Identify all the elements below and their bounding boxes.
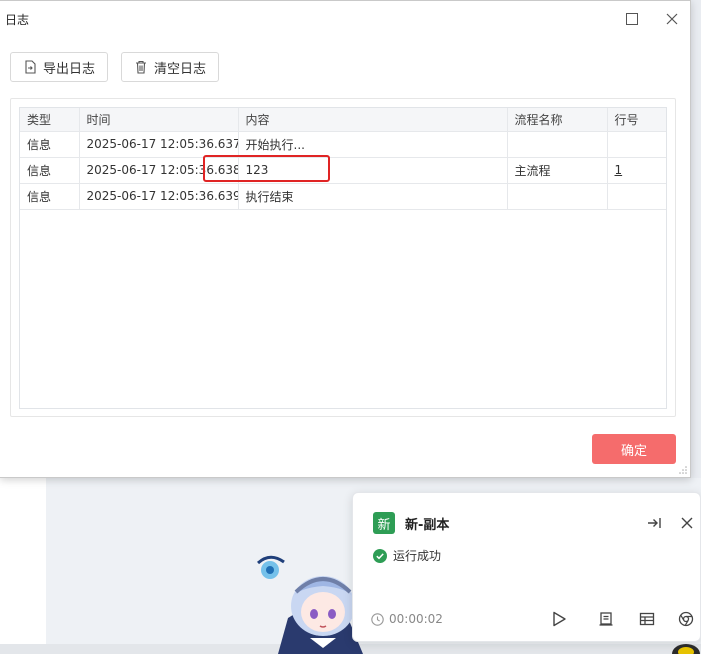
run-notification: 新 新-副本 运行成功 00:00:02	[352, 492, 701, 642]
column-header-flow-name[interactable]: 流程名称	[507, 108, 608, 132]
collapse-to-side-icon[interactable]	[645, 514, 663, 532]
elapsed-time-text: 00:00:02	[389, 612, 443, 626]
table-icon	[639, 612, 655, 626]
clock-icon	[371, 612, 384, 626]
close-icon[interactable]	[678, 514, 696, 532]
flow-badge: 新	[373, 512, 395, 534]
run-again-button[interactable]	[549, 609, 569, 629]
cell-type: 信息	[20, 131, 80, 158]
close-icon	[666, 13, 678, 25]
table-header-row: 类型 时间 内容 流程名称 行号	[20, 108, 666, 132]
export-log-label: 导出日志	[43, 61, 96, 77]
elapsed-time: 00:00:02	[371, 612, 443, 626]
cell-time: 2025-06-17 12:05:36.638	[79, 157, 239, 184]
cell-time: 2025-06-17 12:05:36.639	[79, 183, 239, 210]
cell-type: 信息	[20, 157, 80, 184]
notification-title: 新-副本	[405, 518, 450, 533]
export-file-icon	[25, 60, 36, 74]
log-icon	[599, 612, 613, 626]
column-header-content[interactable]: 内容	[238, 108, 508, 132]
resize-grip-icon[interactable]	[678, 465, 688, 475]
trash-icon	[136, 60, 146, 74]
column-header-line-number[interactable]: 行号	[607, 108, 666, 132]
cell-content: 开始执行...	[238, 131, 508, 158]
browser-icon	[678, 611, 694, 627]
log-table-panel: 类型 时间 内容 流程名称 行号 信息 2025-06-17 12:05:36.…	[10, 98, 676, 417]
clear-log-label: 清空日志	[154, 61, 207, 77]
dialog-title: 日志	[5, 13, 30, 27]
table-row[interactable]: 信息 2025-06-17 12:05:36.638 123 主流程 1	[20, 157, 666, 184]
dialog-titlebar[interactable]: 日志	[0, 1, 690, 37]
cell-time: 2025-06-17 12:05:36.637	[79, 131, 239, 158]
run-status: 运行成功	[373, 547, 441, 564]
table-row[interactable]: 信息 2025-06-17 12:05:36.637 开始执行...	[20, 131, 666, 158]
cell-line-number	[607, 183, 666, 210]
view-log-button[interactable]	[596, 609, 616, 629]
maximize-button[interactable]	[622, 9, 642, 29]
cell-line-number	[607, 131, 666, 158]
maximize-icon	[626, 13, 638, 25]
log-table-container[interactable]: 类型 时间 内容 流程名称 行号 信息 2025-06-17 12:05:36.…	[19, 107, 667, 409]
log-dialog: 日志 导出日志 清空日志 类型 时间 内容 流程名称 行号 信息 2025-06…	[0, 0, 691, 478]
view-data-table-button[interactable]	[637, 609, 657, 629]
column-header-time[interactable]: 时间	[79, 108, 239, 132]
log-table: 类型 时间 内容 流程名称 行号 信息 2025-06-17 12:05:36.…	[20, 108, 666, 210]
clear-log-button[interactable]: 清空日志	[121, 52, 219, 82]
cell-content: 执行结束	[238, 183, 508, 210]
cell-flow-name	[507, 183, 608, 210]
corner-decoration	[672, 644, 700, 654]
column-header-type[interactable]: 类型	[20, 108, 80, 132]
close-button[interactable]	[662, 9, 682, 29]
open-browser-button[interactable]	[676, 609, 696, 629]
cell-content: 123	[238, 157, 508, 184]
cell-type: 信息	[20, 183, 80, 210]
background-panel-left	[0, 478, 46, 644]
run-status-text: 运行成功	[393, 549, 442, 563]
success-check-icon	[373, 548, 387, 563]
table-row[interactable]: 信息 2025-06-17 12:05:36.639 执行结束	[20, 183, 666, 210]
cell-flow-name: 主流程	[507, 157, 608, 184]
cell-flow-name	[507, 131, 608, 158]
confirm-button[interactable]: 确定	[592, 434, 676, 464]
export-log-button[interactable]: 导出日志	[10, 52, 108, 82]
play-icon	[553, 611, 566, 627]
line-number-link[interactable]: 1	[607, 157, 666, 184]
